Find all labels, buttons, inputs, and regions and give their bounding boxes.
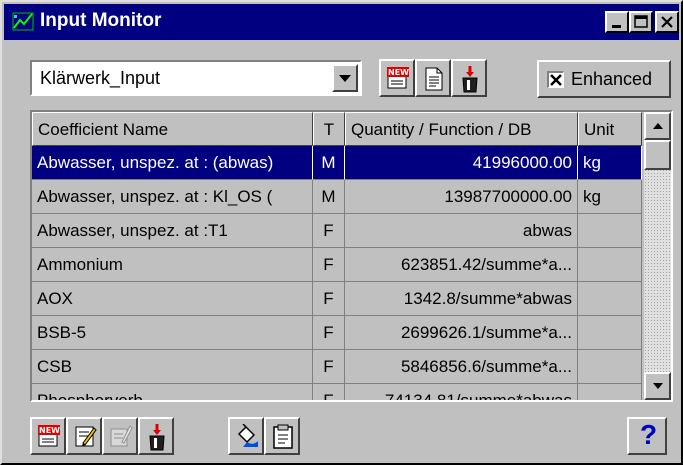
cell-type: F [313,384,345,400]
cell-name: AOX [32,282,313,316]
table-header: Coefficient Name T Quantity / Function /… [32,112,642,146]
cell-name: Abwasser, unspez. at : Kl_OS ( [32,180,313,214]
cell-type: F [313,214,345,248]
combo-dropdown-button[interactable] [332,64,358,92]
cell-type: M [313,146,345,180]
cell-type: F [313,282,345,316]
new-icon: NEW [387,67,409,89]
scroll-thumb[interactable] [644,140,671,170]
header-coefficient-name[interactable]: Coefficient Name [32,112,313,146]
cell-unit [578,248,642,282]
enhanced-toggle[interactable]: Enhanced [537,60,671,98]
export-button[interactable] [451,59,487,97]
minimize-button[interactable] [605,11,629,33]
enhanced-checkbox[interactable] [547,71,564,88]
cell-value: 41996000.00 [345,146,578,180]
cell-unit [578,214,642,248]
chevron-down-icon [339,75,351,82]
edit-icon [75,426,97,447]
paint-icon [237,424,258,447]
cell-name: Abwasser, unspez. at :T1 [32,214,313,248]
export-coefficient-button[interactable] [138,417,174,455]
cell-value: 74134.81/summe*abwas [345,384,578,400]
table-row[interactable]: CSB F 5846856.6/summe*a... [32,350,642,384]
new-icon: NEW [38,425,60,447]
cell-value: 1342.8/summe*abwas [345,282,578,316]
table-row[interactable]: Phosphorverb. F 74134.81/summe*abwas [32,384,642,400]
table-row[interactable]: BSB-5 F 2699626.1/summe*a... [32,316,642,350]
cell-value: 13987700000.00 [345,180,578,214]
cell-unit [578,350,642,384]
cell-name: CSB [32,350,313,384]
arrow-up-icon [653,123,663,129]
table-row[interactable]: AOX F 1342.8/summe*abwas [32,282,642,316]
bucket-icon [149,424,165,451]
cell-name: Ammonium [32,248,313,282]
cell-name: BSB-5 [32,316,313,350]
cell-type: F [313,350,345,384]
header-quantity[interactable]: Quantity / Function / DB [345,112,578,146]
table-row[interactable]: Abwasser, unspez. at : Kl_OS ( M 1398770… [32,180,642,214]
enhanced-label: Enhanced [571,69,653,89]
input-select[interactable]: Klärwerk_Input [30,60,362,96]
clipboard-button[interactable] [264,417,300,455]
svg-text:NEW: NEW [388,68,409,77]
input-monitor-window: Input Monitor Klärwerk_Input NEW Enhance… [0,0,683,465]
scroll-down-button[interactable] [644,372,671,400]
window-title: Input Monitor [40,10,162,31]
cell-unit [578,282,642,316]
table-row[interactable]: Abwasser, unspez. at :T1 F abwas [32,214,642,248]
new-input-button[interactable]: NEW [379,59,415,97]
coefficient-table: Coefficient Name T Quantity / Function /… [30,110,673,402]
cell-type: F [313,248,345,282]
edit-coefficient-button[interactable] [66,417,102,455]
cell-unit [578,384,642,400]
document-icon [425,67,443,91]
header-unit[interactable]: Unit [578,112,642,146]
document-button[interactable] [415,59,451,97]
scroll-up-button[interactable] [644,112,671,140]
cell-type: M [313,180,345,214]
close-button[interactable] [655,11,679,33]
cell-type: F [313,316,345,350]
cell-value: abwas [345,214,578,248]
properties-button[interactable] [102,417,138,455]
arrow-down-icon [653,383,663,389]
maximize-icon [634,15,648,28]
table-row[interactable]: Abwasser, unspez. at : (abwas) M 4199600… [32,146,642,180]
close-icon [661,16,673,28]
input-select-value: Klärwerk_Input [40,68,161,88]
table-row[interactable]: Ammonium F 623851.42/summe*a... [32,248,642,282]
help-button[interactable]: ? [627,417,667,455]
app-icon [12,12,34,31]
cell-unit: kg [578,180,642,214]
maximize-button[interactable] [629,11,653,33]
cell-name: Abwasser, unspez. at : (abwas) [32,146,313,180]
bucket-icon [462,66,478,93]
cell-unit: kg [578,146,642,180]
cell-unit [578,316,642,350]
properties-icon [110,425,133,447]
svg-text:NEW: NEW [39,426,60,435]
help-label: ? [640,419,658,450]
cell-value: 623851.42/summe*a... [345,248,578,282]
table-scrollbar[interactable] [644,112,671,400]
fill-button[interactable] [228,417,264,455]
title-bar[interactable]: Input Monitor [4,4,679,40]
clipboard-icon [273,424,293,449]
cell-value: 2699626.1/summe*a... [345,316,578,350]
new-coefficient-button[interactable]: NEW [30,417,66,455]
minimize-icon [612,25,621,28]
header-type[interactable]: T [313,112,345,146]
checkmark-icon [550,74,562,86]
cell-name: Phosphorverb. [32,384,313,400]
cell-value: 5846856.6/summe*a... [345,350,578,384]
